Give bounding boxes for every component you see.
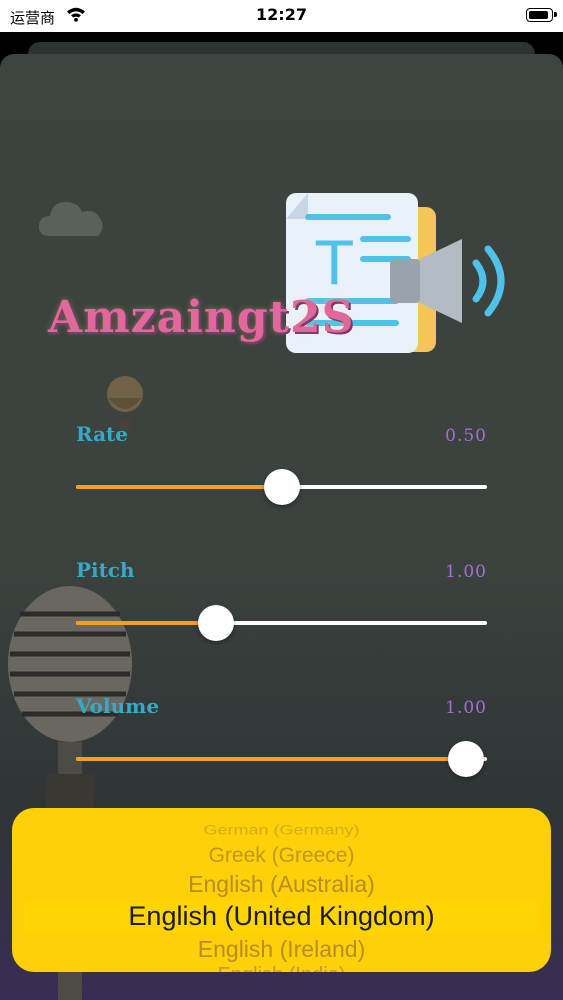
rate-value: 0.50: [445, 426, 487, 446]
picker-option[interactable]: Greek (Greece): [12, 844, 551, 868]
pitch-slider-fill: [76, 621, 216, 625]
pitch-slider[interactable]: [76, 605, 487, 641]
voice-picker[interactable]: German (Germany) Greek (Greece) English …: [12, 808, 551, 972]
picker-option[interactable]: German (Germany): [12, 823, 551, 839]
rate-slider-fill: [76, 485, 282, 489]
picker-option[interactable]: English (Australia): [12, 871, 551, 898]
pitch-label: Pitch: [76, 558, 135, 582]
battery-icon: [526, 8, 557, 22]
status-bar: 运营商 12:27: [0, 0, 563, 32]
volume-slider-fill: [76, 757, 467, 761]
pitch-value: 1.00: [445, 562, 487, 582]
app-title: Amzaingt2S: [48, 292, 355, 343]
picker-option-selected[interactable]: English (United Kingdom): [12, 901, 551, 932]
status-time: 12:27: [256, 5, 307, 24]
picker-option[interactable]: English (India): [12, 964, 551, 972]
battery-level: [529, 11, 548, 19]
volume-slider[interactable]: [76, 741, 487, 777]
volume-value: 1.00: [445, 698, 487, 718]
rate-slider-thumb[interactable]: [263, 469, 300, 505]
volume-label: Volume: [76, 694, 160, 718]
svg-text:T: T: [315, 229, 353, 299]
rate-slider[interactable]: [76, 469, 487, 505]
picker-option[interactable]: English (Ireland): [12, 936, 551, 963]
rate-label: Rate: [76, 422, 129, 446]
cloud-icon: [38, 202, 103, 236]
pitch-slider-thumb[interactable]: [197, 605, 234, 641]
